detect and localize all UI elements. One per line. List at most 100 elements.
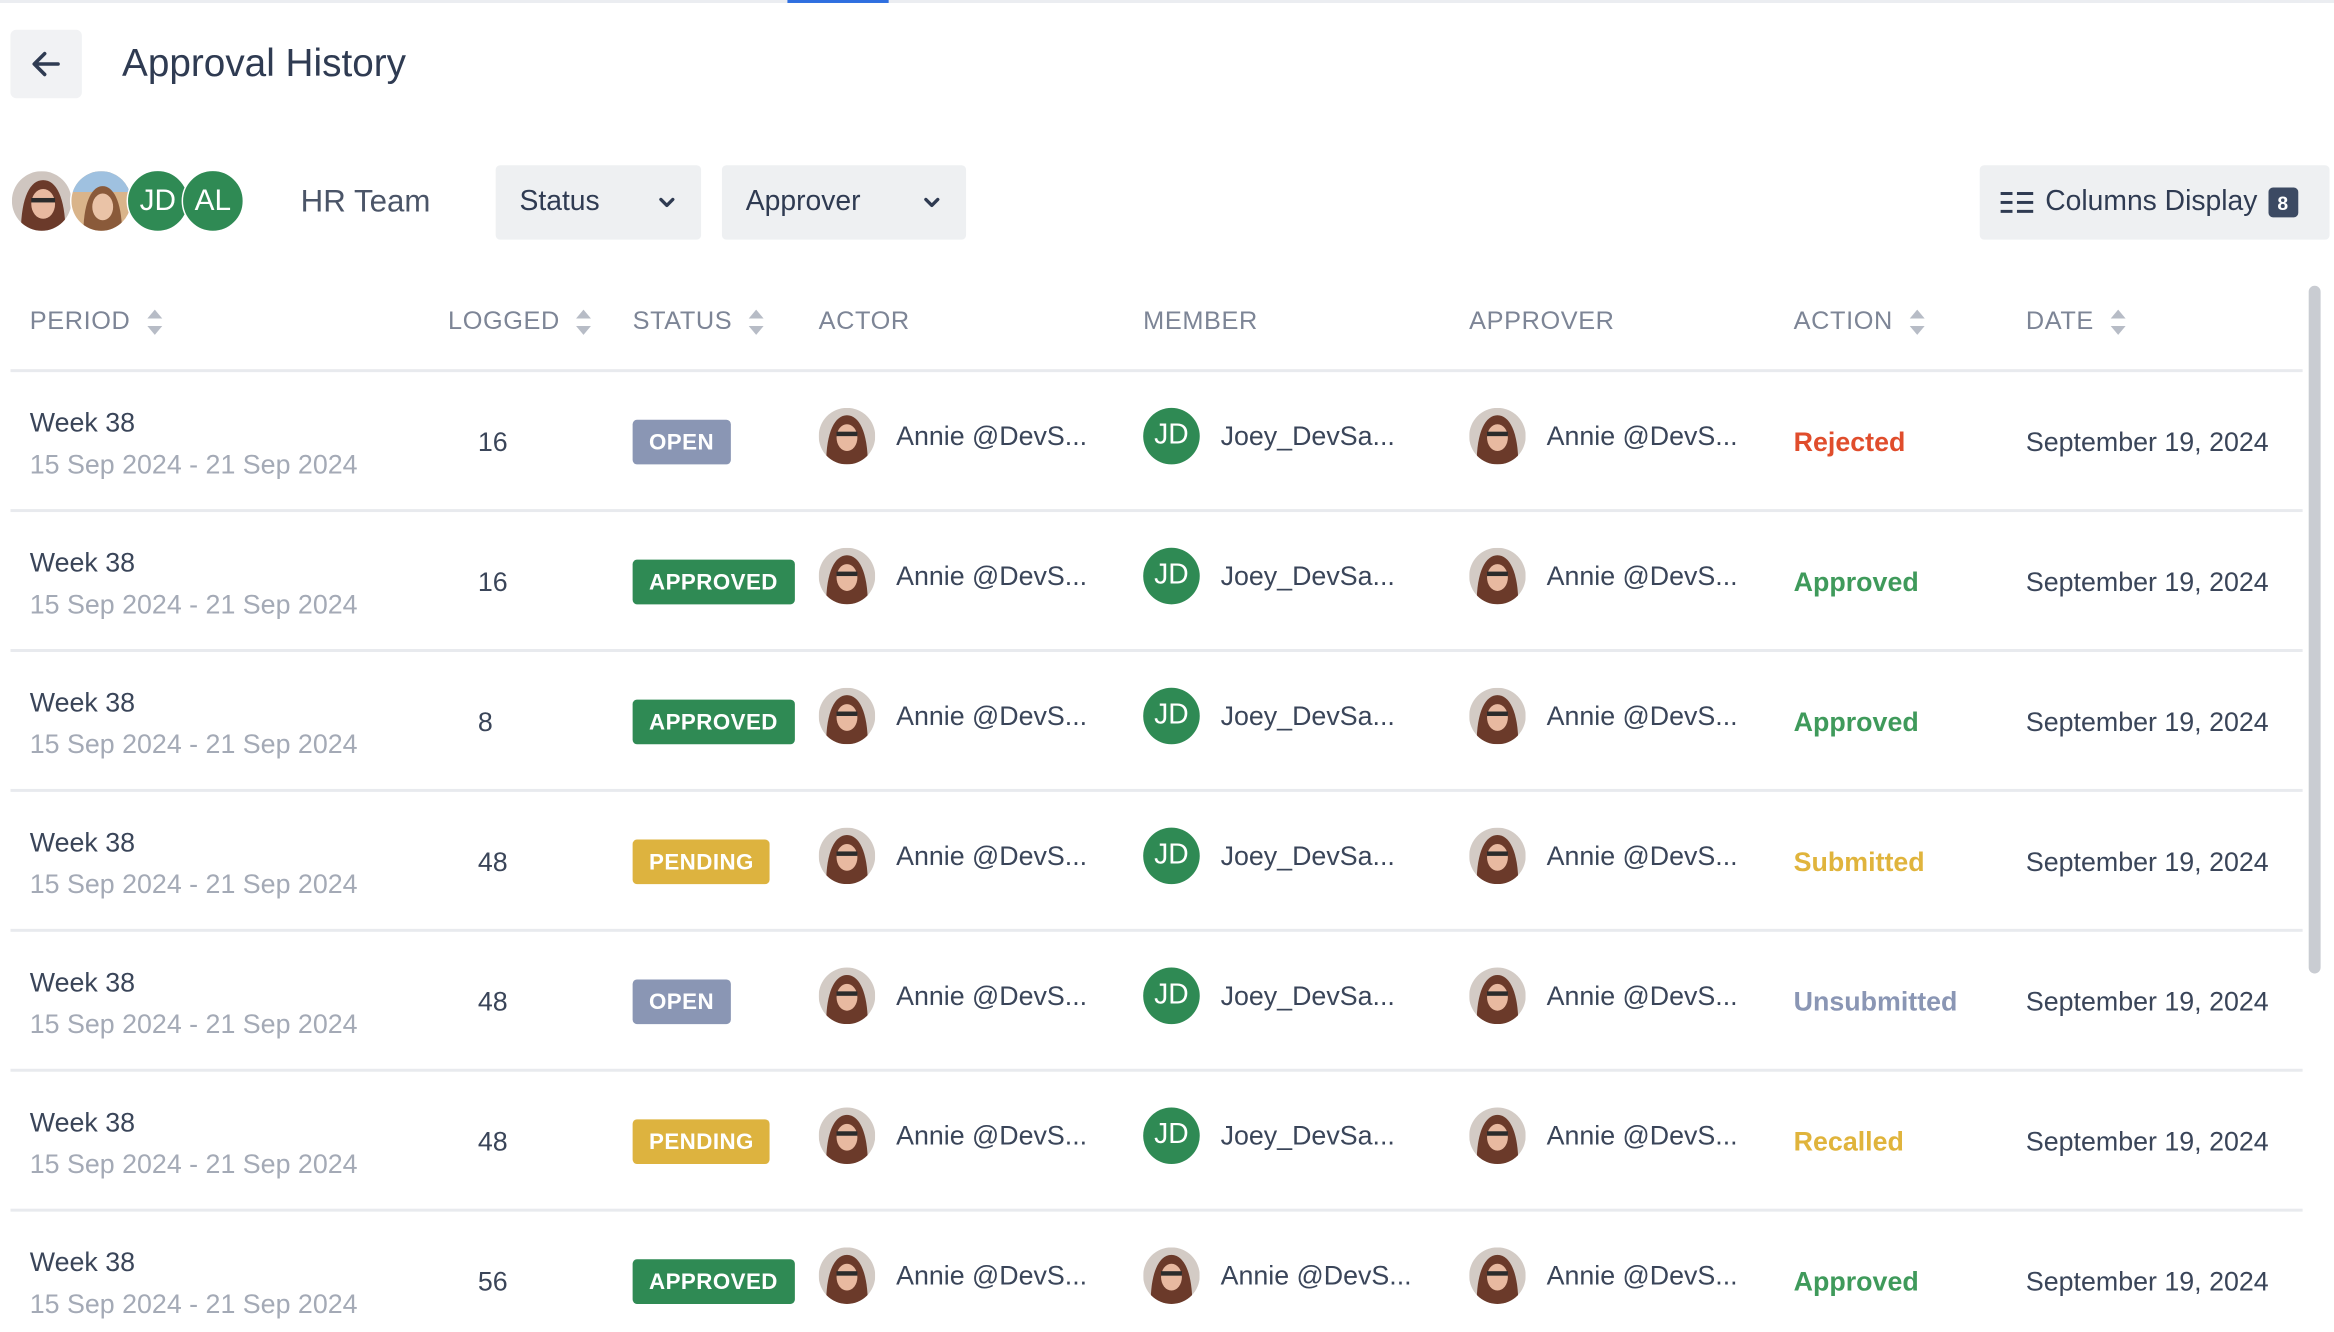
actor-cell[interactable]: Annie @DevS... xyxy=(818,1106,1088,1166)
table-row[interactable]: Week 38 15 Sep 2024 - 21 Sep 2024 48 OPEN An… xyxy=(10,932,2303,1072)
approver-cell[interactable]: Annie @DevS... xyxy=(1469,966,1738,1026)
user-photo-icon xyxy=(1143,1247,1200,1304)
column-header-logged[interactable]: LOGGED xyxy=(448,307,593,337)
status-filter-dropdown[interactable]: Status xyxy=(495,165,702,240)
column-header-label: LOGGED xyxy=(448,306,560,335)
logged-hours: 48 xyxy=(477,986,508,1017)
approver-cell[interactable]: Annie @DevS... xyxy=(1469,546,1738,606)
user-photo-icon xyxy=(1469,687,1526,745)
actor-cell[interactable]: Annie @DevS... xyxy=(818,966,1088,1026)
member-name: Joey_DevSa... xyxy=(1220,560,1395,591)
avatar-initials: JD xyxy=(1143,687,1200,745)
member-cell[interactable]: JD Joey_DevSa... xyxy=(1143,826,1395,886)
member-cell[interactable]: JD Joey_DevSa... xyxy=(1143,406,1395,466)
approver-filter-dropdown[interactable]: Approver xyxy=(721,165,967,240)
status-badge: APPROVED xyxy=(632,1259,795,1304)
table-row[interactable]: Week 38 15 Sep 2024 - 21 Sep 2024 16 OPEN An… xyxy=(10,372,2303,513)
table-row[interactable]: Week 38 15 Sep 2024 - 21 Sep 2024 48 PENDIN… xyxy=(10,792,2303,932)
approval-history-table: PERIOD LOGGED STATUS ACTOR MEMBER APPROV… xyxy=(10,277,2303,1331)
approver-cell[interactable]: Annie @DevS... xyxy=(1469,1246,1738,1306)
approver-cell[interactable]: Annie @DevS... xyxy=(1469,1106,1738,1166)
page-title: Approval History xyxy=(122,40,406,85)
status-badge: OPEN xyxy=(632,419,731,465)
table-row[interactable]: Week 38 15 Sep 2024 - 21 Sep 2024 8 APPROVE… xyxy=(10,652,2303,792)
sort-updown-icon xyxy=(575,307,593,335)
action-label: Approved xyxy=(1793,707,1919,737)
period-week: Week 38 xyxy=(29,1247,136,1278)
actor-cell[interactable]: Annie @DevS... xyxy=(818,546,1087,606)
avatar xyxy=(1469,967,1526,1025)
action-label: Unsubmitted xyxy=(1793,986,1958,1017)
active-tab-indicator xyxy=(787,0,889,3)
avatar xyxy=(818,1107,876,1165)
action-label: Rejected xyxy=(1793,427,1906,457)
avatar xyxy=(1469,547,1526,605)
table-row[interactable]: Week 38 15 Sep 2024 - 21 Sep 2024 56 APPROV… xyxy=(10,1212,2302,1331)
column-header-action[interactable]: ACTION xyxy=(1794,307,1926,337)
avatar xyxy=(1143,1247,1200,1304)
avatar xyxy=(1469,1247,1526,1304)
member-cell[interactable]: Annie @DevS... xyxy=(1143,1246,1412,1306)
user-photo-icon xyxy=(1469,967,1526,1025)
actor-name: Annie @DevS... xyxy=(896,1120,1088,1150)
actor-cell[interactable]: Annie @DevS... xyxy=(818,406,1087,466)
approver-name: Annie @DevS... xyxy=(1546,1120,1738,1150)
user-photo-icon xyxy=(1469,827,1526,885)
table-header: PERIOD LOGGED STATUS ACTOR MEMBER APPROV… xyxy=(10,277,2303,373)
actor-cell[interactable]: Annie @DevS... xyxy=(818,686,1087,746)
member-cell[interactable]: JD Joey_DevSa... xyxy=(1143,966,1395,1026)
user-photo-icon xyxy=(1469,1247,1526,1304)
column-header-status[interactable]: STATUS xyxy=(633,307,765,337)
member-cell[interactable]: JD Joey_DevSa... xyxy=(1143,1106,1395,1166)
avatar-initials: JD xyxy=(1143,407,1200,465)
column-header-period[interactable]: PERIOD xyxy=(30,307,163,337)
user-photo-icon xyxy=(71,171,131,231)
columns-display-button[interactable]: Columns Display 8 xyxy=(1979,165,2330,240)
logged-hours: 16 xyxy=(477,567,508,597)
logged-hours: 48 xyxy=(477,1126,508,1157)
period-range: 15 Sep 2024 - 21 Sep 2024 xyxy=(29,1149,358,1179)
period-week: Week 38 xyxy=(29,547,136,578)
period-range: 15 Sep 2024 - 21 Sep 2024 xyxy=(29,1289,358,1319)
actor-name: Annie @DevS... xyxy=(896,840,1088,871)
table-row[interactable]: Week 38 15 Sep 2024 - 21 Sep 2024 48 PENDIN… xyxy=(10,1072,2303,1212)
table-row[interactable]: Week 38 15 Sep 2024 - 21 Sep 2024 16 APPROV… xyxy=(10,512,2303,652)
avatar xyxy=(818,1247,876,1304)
user-photo-icon xyxy=(818,547,876,605)
period-week: Week 38 xyxy=(29,1107,136,1138)
column-header-date[interactable]: DATE xyxy=(2026,307,2127,337)
approver-cell[interactable]: Annie @DevS... xyxy=(1469,826,1738,886)
actor-cell[interactable]: Annie @DevS... xyxy=(818,826,1088,886)
approver-cell[interactable]: Annie @DevS... xyxy=(1469,686,1738,746)
member-cell[interactable]: JD Joey_DevSa... xyxy=(1143,686,1395,746)
member-cell[interactable]: JD Joey_DevSa... xyxy=(1143,546,1395,606)
logged-hours: 56 xyxy=(477,1266,508,1297)
chevron-down-icon xyxy=(659,197,675,208)
approver-cell[interactable]: Annie @DevS... xyxy=(1469,406,1738,466)
back-button[interactable] xyxy=(10,29,82,99)
sort-updown-icon xyxy=(2109,307,2127,335)
status-badge: APPROVED xyxy=(632,699,795,745)
logged-hours: 16 xyxy=(477,427,508,457)
user-photo-icon xyxy=(818,967,876,1025)
chevron-down-icon xyxy=(924,197,940,208)
member-name: Joey_DevSa... xyxy=(1220,700,1395,731)
avatar-initials: JD xyxy=(1143,1107,1200,1165)
date-cell: September 19, 2024 xyxy=(2025,1266,2269,1297)
column-header-label: MEMBER xyxy=(1143,306,1258,335)
date-cell: September 19, 2024 xyxy=(2025,986,2269,1017)
period-week: Week 38 xyxy=(29,967,136,998)
actor-name: Annie @DevS... xyxy=(896,980,1088,1010)
user-photo-icon xyxy=(818,407,876,465)
period-range: 15 Sep 2024 - 21 Sep 2024 xyxy=(29,449,358,480)
scrollbar-thumb[interactable] xyxy=(2308,285,2321,974)
user-photo-icon xyxy=(1469,547,1526,605)
approver-name: Annie @DevS... xyxy=(1546,1260,1738,1290)
member-name: Joey_DevSa... xyxy=(1220,980,1395,1010)
sort-updown-icon xyxy=(747,307,765,335)
vertical-scrollbar[interactable] xyxy=(2306,280,2324,980)
actor-cell[interactable]: Annie @DevS... xyxy=(818,1246,1087,1306)
date-cell: September 19, 2024 xyxy=(2025,846,2269,877)
user-photo-icon xyxy=(1469,1107,1526,1165)
approver-name: Annie @DevS... xyxy=(1546,700,1738,731)
